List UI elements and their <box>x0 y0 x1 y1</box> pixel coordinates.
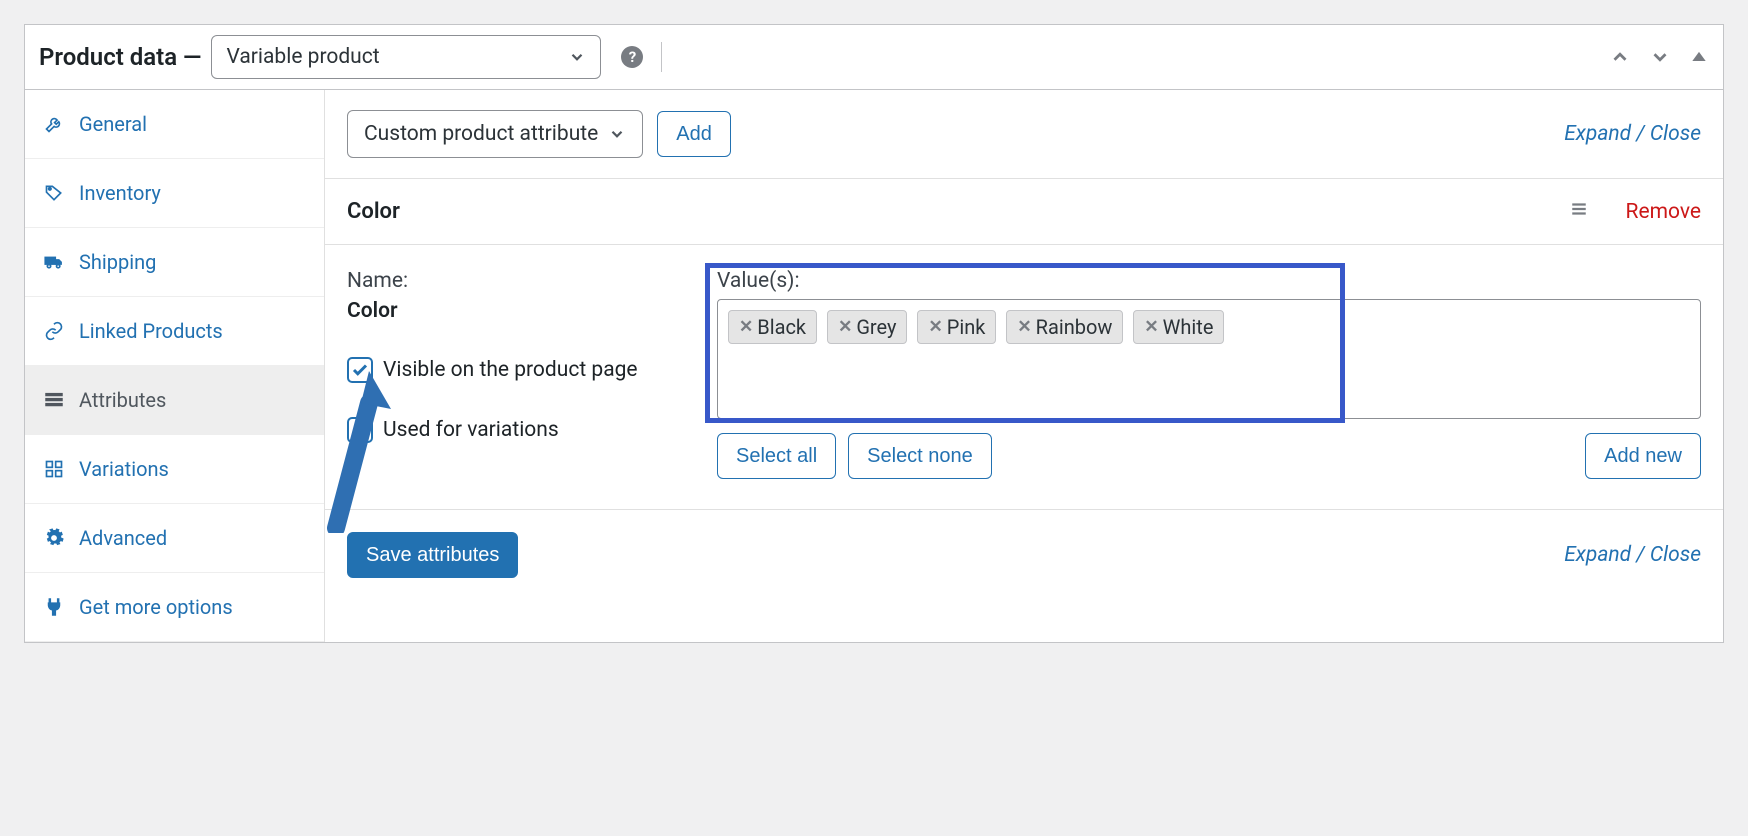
panel-body: General Inventory Shipping Linked Produc… <box>25 90 1723 642</box>
chevron-down-icon <box>568 48 586 66</box>
save-attributes-button[interactable]: Save attributes <box>347 532 518 578</box>
remove-tag-icon[interactable]: ✕ <box>838 317 852 337</box>
remove-tag-icon[interactable]: ✕ <box>928 317 942 337</box>
help-icon[interactable]: ? <box>621 46 643 68</box>
add-new-value-button[interactable]: Add new <box>1585 433 1701 479</box>
product-type-select[interactable]: Variable product <box>211 35 601 79</box>
panel-controls <box>1609 46 1709 68</box>
values-buttons-row: Select all Select none Add new <box>717 433 1701 479</box>
visible-label: Visible on the product page <box>383 358 638 382</box>
sidebar-item-label: Linked Products <box>79 319 223 343</box>
panel-header: Product data — Variable product ? <box>25 25 1723 90</box>
sidebar-item-get-more-options[interactable]: Get more options <box>25 573 324 642</box>
values-input[interactable]: ✕Black ✕Grey ✕Pink ✕Rainbow ✕White <box>717 299 1701 419</box>
sidebar-item-label: Get more options <box>79 595 233 619</box>
collapse-triangle-icon[interactable] <box>1689 46 1709 66</box>
attribute-left-column: Name: Color Visible on the product page <box>347 269 697 479</box>
select-all-button[interactable]: Select all <box>717 433 836 479</box>
sidebar-item-linked-products[interactable]: Linked Products <box>25 297 324 366</box>
visible-checkbox-row: Visible on the product page <box>347 357 697 383</box>
attributes-footer: Save attributes Expand / Close <box>325 510 1723 600</box>
plug-icon <box>43 597 65 617</box>
truck-icon <box>43 252 65 272</box>
value-tag: ✕Rainbow <box>1006 310 1123 344</box>
sidebar: General Inventory Shipping Linked Produc… <box>25 90 325 642</box>
used-variations-checkbox[interactable] <box>347 417 373 443</box>
tag-label: White <box>1163 315 1214 339</box>
values-label: Value(s): <box>717 269 1701 293</box>
expand-close-link[interactable]: Expand / Close <box>1564 543 1701 567</box>
attribute-right-column: Value(s): ✕Black ✕Grey ✕Pink ✕Rainbow ✕W… <box>717 269 1701 479</box>
grid-icon <box>43 459 65 479</box>
product-type-value: Variable product <box>226 45 379 69</box>
tag-label: Black <box>757 315 806 339</box>
sidebar-item-inventory[interactable]: Inventory <box>25 159 324 228</box>
sidebar-item-label: General <box>79 112 147 136</box>
name-label: Name: <box>347 269 697 293</box>
sidebar-item-label: Shipping <box>79 250 156 274</box>
arrow-annotation-icon <box>321 363 411 533</box>
name-value: Color <box>347 299 697 323</box>
sidebar-item-label: Advanced <box>79 526 167 550</box>
chevron-down-icon[interactable] <box>1649 46 1671 68</box>
sidebar-item-general[interactable]: General <box>25 90 324 159</box>
chevron-up-icon[interactable] <box>1609 46 1631 68</box>
panel-title: Product data — <box>39 43 201 71</box>
sidebar-item-label: Variations <box>79 457 169 481</box>
attribute-type-value: Custom product attribute <box>364 122 598 146</box>
value-tag: ✕Black <box>728 310 817 344</box>
sidebar-item-variations[interactable]: Variations <box>25 435 324 504</box>
remove-tag-icon[interactable]: ✕ <box>1144 317 1158 337</box>
tag-label: Rainbow <box>1036 315 1113 339</box>
tag-label: Pink <box>947 315 986 339</box>
value-tag: ✕Pink <box>917 310 996 344</box>
sidebar-item-attributes[interactable]: Attributes <box>25 366 324 435</box>
gear-icon <box>43 528 65 548</box>
attribute-block: Color Remove Name: Color <box>325 179 1723 510</box>
remove-tag-icon[interactable]: ✕ <box>1017 317 1031 337</box>
product-data-panel: Product data — Variable product ? Genera… <box>24 24 1724 643</box>
attribute-type-select[interactable]: Custom product attribute <box>347 110 643 158</box>
tag-icon <box>43 183 65 203</box>
attributes-toolbar: Custom product attribute Add Expand / Cl… <box>325 90 1723 179</box>
list-icon <box>43 390 65 410</box>
check-icon <box>351 361 369 379</box>
wrench-icon <box>43 114 65 134</box>
link-icon <box>43 321 65 341</box>
divider <box>661 42 662 72</box>
main-area: Custom product attribute Add Expand / Cl… <box>325 90 1723 642</box>
used-variations-checkbox-row: Used for variations <box>347 417 697 443</box>
check-icon <box>351 421 369 439</box>
used-variations-label: Used for variations <box>383 418 559 442</box>
attribute-title: Color <box>347 199 400 224</box>
visible-checkbox[interactable] <box>347 357 373 383</box>
value-tag: ✕White <box>1133 310 1224 344</box>
sidebar-item-shipping[interactable]: Shipping <box>25 228 324 297</box>
add-attribute-button[interactable]: Add <box>657 111 731 157</box>
remove-attribute-link[interactable]: Remove <box>1626 200 1702 224</box>
expand-close-link[interactable]: Expand / Close <box>1564 122 1701 146</box>
value-tag: ✕Grey <box>827 310 907 344</box>
drag-handle-icon[interactable] <box>1568 200 1590 223</box>
chevron-down-icon <box>608 125 626 143</box>
select-none-button[interactable]: Select none <box>848 433 992 479</box>
attribute-header[interactable]: Color Remove <box>325 179 1723 245</box>
remove-tag-icon[interactable]: ✕ <box>739 317 753 337</box>
sidebar-item-label: Attributes <box>79 388 166 412</box>
tag-label: Grey <box>856 315 896 339</box>
sidebar-item-label: Inventory <box>79 181 161 205</box>
sidebar-item-advanced[interactable]: Advanced <box>25 504 324 573</box>
attribute-body: Name: Color Visible on the product page <box>325 245 1723 509</box>
